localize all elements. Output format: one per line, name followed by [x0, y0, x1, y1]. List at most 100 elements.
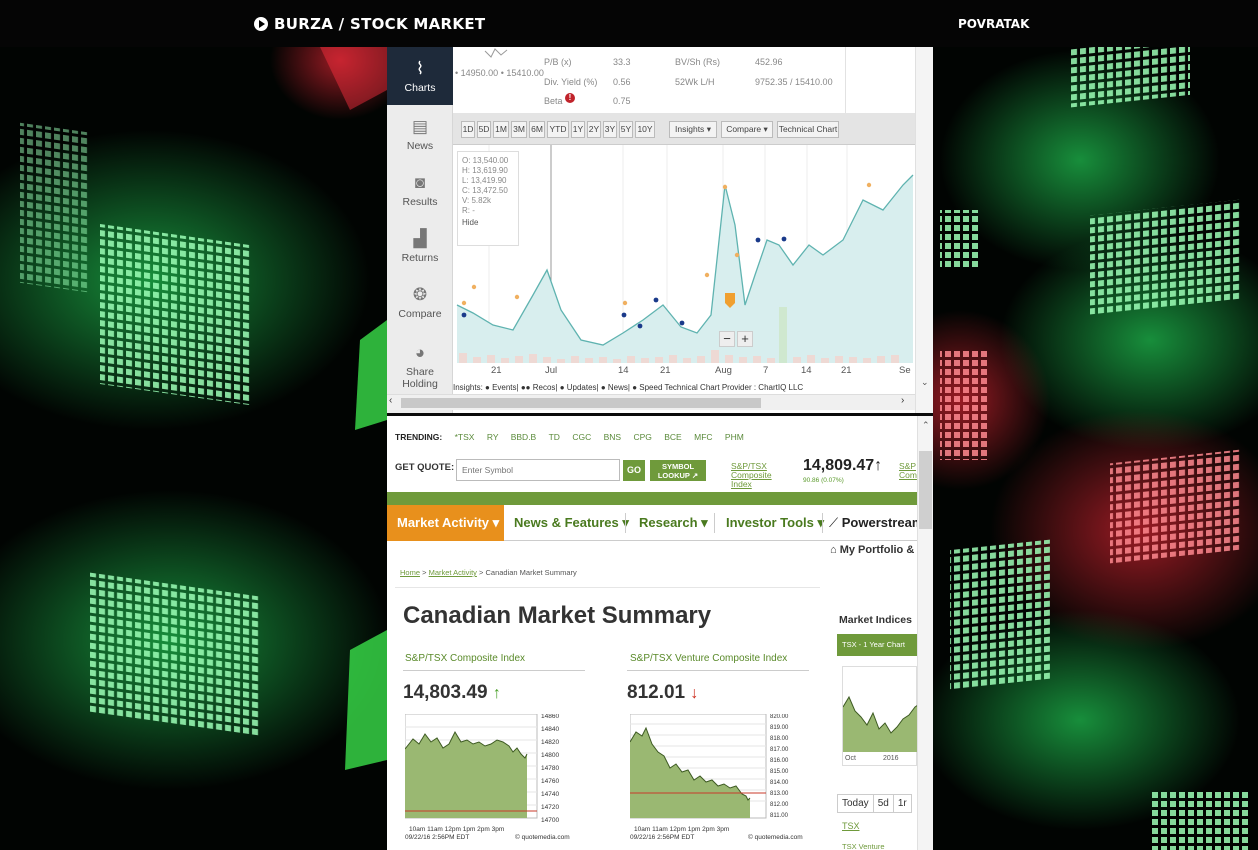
green-divider-bar	[387, 492, 917, 505]
x-tick: Se	[899, 365, 911, 376]
52wk-label: 52Wk L/H	[675, 77, 715, 87]
trending-symbol[interactable]: BNS	[604, 432, 621, 442]
index-value-text: 14,803.49	[403, 682, 488, 703]
go-button[interactable]: GO	[623, 460, 645, 481]
zoom-out-button[interactable]: −	[719, 331, 735, 347]
chevron-down-icon[interactable]: ⌄	[921, 377, 929, 388]
breadcrumb-home[interactable]: Home	[400, 568, 420, 577]
back-link[interactable]: POVRATAK	[958, 17, 1029, 31]
side-nav-results[interactable]: ◙ Results	[387, 173, 453, 223]
trending-symbol[interactable]: CPG	[633, 432, 651, 442]
period-6m[interactable]: 6M	[529, 121, 545, 138]
period-2y[interactable]: 2Y	[587, 121, 601, 138]
index-name[interactable]: S&P/TSX Composite Index	[405, 653, 525, 664]
ohlc-close: C: 13,472.50	[462, 186, 508, 195]
brand-title[interactable]: BURZA / STOCK MARKET	[254, 15, 485, 33]
period-3m[interactable]: 3M	[511, 121, 527, 138]
x-tick: Oct	[845, 755, 856, 762]
vertical-scrollbar[interactable]: ⌃	[917, 416, 933, 850]
chevron-up-icon[interactable]: ⌃	[922, 420, 930, 431]
side-nav-compare[interactable]: ❂ Compare	[387, 285, 453, 335]
ohlc-low: L: 13,419.90	[462, 176, 507, 185]
scroll-thumb[interactable]	[401, 398, 761, 408]
trending-symbol[interactable]: RY	[487, 432, 499, 442]
index-name[interactable]: S&P/TSX Venture Composite Index	[630, 653, 787, 664]
trending-symbol[interactable]: BCE	[664, 432, 681, 442]
y-tick: 14720	[541, 804, 559, 811]
period-1m[interactable]: 1M	[493, 121, 509, 138]
tsx-1-year-tab[interactable]: TSX - 1 Year Chart	[837, 634, 917, 656]
second-index-link[interactable]: S&P Com	[899, 462, 919, 480]
scroll-left-icon[interactable]: ‹	[389, 395, 392, 406]
vertical-scrollbar[interactable]: ⌄	[915, 47, 933, 413]
y-tick: 818.00	[770, 736, 789, 742]
period-today[interactable]: Today	[837, 794, 874, 813]
my-portfolio-link[interactable]: ⌂ My Portfolio &	[830, 544, 914, 556]
y-tick: 815.00	[770, 769, 789, 775]
period-5y[interactable]: 5Y	[619, 121, 633, 138]
symbol-lookup-label: SYMBOL LOOKUP	[657, 462, 695, 480]
trending-bar: TRENDING: *TSX RY BBD.B TD CGC BNS CPG B…	[395, 432, 744, 442]
insights-label: Insights	[675, 124, 705, 134]
horizontal-scrollbar[interactable]: ‹ ›	[387, 394, 915, 410]
trending-symbol[interactable]: BBD.B	[511, 432, 537, 442]
nav-market-activity[interactable]: Market Activity ▾	[387, 505, 504, 541]
trending-symbol[interactable]: *TSX	[455, 432, 475, 442]
technical-chart-button[interactable]: Technical Chart	[777, 121, 839, 138]
y-tick: 14780	[541, 765, 559, 772]
nav-news-features[interactable]: News & Features ▾	[504, 505, 639, 541]
compare-dropdown[interactable]: Compare ▾	[721, 121, 773, 138]
price-chart[interactable]: O: 13,540.00 H: 13,619.90 L: 13,419.90 C…	[453, 145, 915, 376]
trending-symbol[interactable]: MFC	[694, 432, 712, 442]
period-1y[interactable]: 1Y	[571, 121, 585, 138]
x-ticks: 10am 11am 12pm 1pm 2pm 3pm	[409, 826, 505, 833]
symbol-lookup-button[interactable]: SYMBOL LOOKUP ↗	[650, 460, 706, 481]
insights-dropdown[interactable]: Insights ▾	[669, 121, 717, 138]
nav-investor-tools[interactable]: Investor Tools ▾	[716, 505, 834, 541]
trending-symbol[interactable]: PHM	[725, 432, 744, 442]
trending-symbol[interactable]: CGC	[572, 432, 591, 442]
div-yield-value: 0.56	[613, 77, 631, 87]
tsx-year-chart[interactable]: Oct 2016	[842, 666, 919, 766]
arrow-down-icon: ↓	[690, 685, 699, 702]
nav-separator	[714, 513, 715, 533]
tsx-link[interactable]: TSX	[842, 821, 860, 831]
bar-growth-icon: ▟	[413, 229, 427, 248]
side-nav-charts[interactable]: ⌇ Charts	[387, 47, 453, 105]
breadcrumb-section[interactable]: Market Activity	[429, 568, 477, 577]
scroll-thumb[interactable]	[919, 451, 932, 529]
y-tick: 816.00	[770, 758, 789, 764]
tsx-intraday-chart[interactable]: 14860 14840 14820 14800 14780 14760 1474…	[404, 713, 583, 841]
nav-research[interactable]: Research ▾	[629, 505, 718, 541]
market-indices-heading: Market Indices	[839, 614, 912, 626]
y-tick: 14840	[541, 726, 559, 733]
symbol-input[interactable]	[456, 459, 620, 481]
chart-credit: © quotemedia.com	[515, 834, 570, 841]
x-tick: 14	[618, 365, 629, 376]
tsx-venture-link[interactable]: TSX Venture	[842, 842, 885, 850]
side-nav-news[interactable]: ▤ News	[387, 117, 453, 167]
top-bar: BURZA / STOCK MARKET POVRATAK	[0, 0, 1258, 47]
x-tick: 21	[491, 365, 502, 376]
zoom-in-button[interactable]: +	[737, 331, 753, 347]
tsx-year-svg	[842, 695, 919, 752]
period-1d[interactable]: 1D	[461, 121, 475, 138]
trending-symbol[interactable]: TD	[549, 432, 560, 442]
x-tick: 21	[660, 365, 671, 376]
compare-label: Compare	[726, 124, 762, 134]
period-ytd[interactable]: YTD	[547, 121, 569, 138]
y-tick: 14800	[541, 752, 559, 759]
portfolio-icon: ⌂	[830, 544, 837, 556]
period-3y[interactable]: 3Y	[603, 121, 617, 138]
scroll-right-icon[interactable]: ›	[901, 395, 904, 406]
composite-index-link[interactable]: S&P/TSX Composite Index	[731, 462, 791, 489]
period-5d[interactable]: 5D	[477, 121, 491, 138]
hide-link[interactable]: Hide	[462, 218, 514, 228]
side-nav-returns[interactable]: ▟ Returns	[387, 229, 453, 279]
x-tick: 2016	[883, 755, 899, 762]
period-5d[interactable]: 5d	[872, 794, 894, 813]
period-10y[interactable]: 10Y	[635, 121, 655, 138]
nav-powerstream[interactable]: ⟋ Powerstream	[823, 505, 929, 541]
period-1m[interactable]: 1r	[892, 794, 912, 813]
venture-intraday-chart[interactable]: 820.00 819.00 818.00 817.00 816.00 815.0…	[629, 713, 812, 841]
